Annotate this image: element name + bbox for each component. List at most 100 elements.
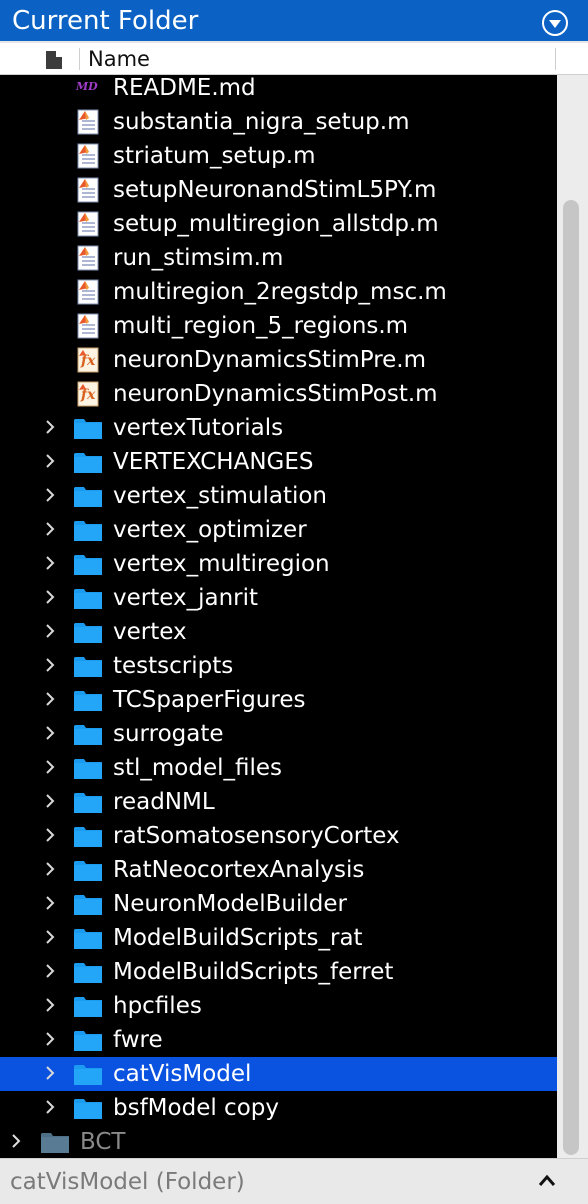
chevron-right-icon[interactable] (42, 1099, 58, 1115)
item-name: bsfModel copy (113, 1095, 279, 1121)
chevron-up-icon[interactable] (536, 1171, 558, 1191)
folder-icon (74, 759, 102, 779)
chevron-right-icon[interactable] (42, 793, 58, 809)
folder-icon (74, 1065, 102, 1085)
chevron-right-icon[interactable] (42, 623, 58, 639)
chevron-right-icon[interactable] (42, 691, 58, 707)
folder-row[interactable]: TCSpaperFigures (0, 683, 557, 717)
item-name: NeuronModelBuilder (113, 891, 347, 917)
chevron-right-icon[interactable] (42, 1065, 58, 1081)
item-name: setup_multiregion_allstdp.m (113, 211, 439, 237)
selection-details: catVisModel (Folder) (10, 1169, 245, 1195)
folder-row[interactable]: hpcfiles (0, 989, 557, 1023)
matlab-script-icon (77, 313, 99, 339)
chevron-right-icon[interactable] (42, 453, 58, 469)
chevron-right-icon[interactable] (42, 521, 58, 537)
folder-row[interactable]: vertex_stimulation (0, 479, 557, 513)
panel-titlebar: Current Folder (0, 0, 588, 43)
file-type-column-icon[interactable] (46, 51, 62, 69)
item-name: vertex_stimulation (113, 483, 328, 509)
file-row[interactable]: multiregion_2regstdp_msc.m (0, 275, 557, 309)
chevron-right-icon[interactable] (42, 589, 58, 605)
file-row[interactable]: MD README.md (0, 75, 557, 105)
scrollbar-thumb[interactable] (563, 200, 579, 1155)
folder-row[interactable]: readNML (0, 785, 557, 819)
file-row[interactable]: fx neuronDynamicsStimPre.m (0, 343, 557, 377)
folder-row[interactable]: ratSomatosensoryCortex (0, 819, 557, 853)
folder-icon (74, 963, 102, 983)
chevron-right-icon[interactable] (42, 1031, 58, 1047)
chevron-right-icon[interactable] (8, 1133, 24, 1149)
folder-row[interactable]: bsfModel copy (0, 1091, 557, 1125)
file-row[interactable]: setupNeuronandStimL5PY.m (0, 173, 557, 207)
column-header: Name (0, 43, 588, 75)
chevron-right-icon[interactable] (42, 827, 58, 843)
item-name: ModelBuildScripts_ferret (113, 959, 394, 985)
folder-icon (74, 929, 102, 949)
chevron-right-icon[interactable] (42, 997, 58, 1013)
item-name: vertex_multiregion (113, 551, 330, 577)
matlab-function-icon: fx (77, 347, 99, 373)
folder-icon (74, 555, 102, 575)
item-name: vertexTutorials (113, 415, 284, 441)
folder-row[interactable]: fwre (0, 1023, 557, 1057)
file-row[interactable]: fx neuronDynamicsStimPost.m (0, 377, 557, 411)
item-name: fwre (113, 1027, 163, 1053)
folder-row[interactable]: BCT (0, 1125, 557, 1158)
folder-row[interactable]: NeuronModelBuilder (0, 887, 557, 921)
item-name: hpcfiles (113, 993, 202, 1019)
folder-row[interactable]: vertex (0, 615, 557, 649)
item-name: run_stimsim.m (113, 245, 284, 271)
folder-row[interactable]: catVisModel (0, 1057, 557, 1091)
folder-row[interactable]: vertex_optimizer (0, 513, 557, 547)
item-name: VERTEXCHANGES (113, 449, 314, 475)
chevron-right-icon[interactable] (42, 657, 58, 673)
file-row[interactable]: multi_region_5_regions.m (0, 309, 557, 343)
chevron-right-icon[interactable] (42, 725, 58, 741)
folder-icon (74, 895, 102, 915)
file-row[interactable]: setup_multiregion_allstdp.m (0, 207, 557, 241)
folder-row[interactable]: vertex_janrit (0, 581, 557, 615)
folder-icon (74, 997, 102, 1017)
item-name: BCT (80, 1129, 126, 1155)
folder-icon (41, 1133, 69, 1153)
svg-text:MD: MD (75, 80, 98, 93)
folder-row[interactable]: VERTEXCHANGES (0, 445, 557, 479)
file-row[interactable]: substantia_nigra_setup.m (0, 105, 557, 139)
file-list[interactable]: MD README.md substantia_nigra_setup.m stria… (0, 75, 557, 1158)
name-column-header[interactable]: Name (88, 46, 150, 72)
chevron-right-icon[interactable] (42, 861, 58, 877)
folder-row[interactable]: RatNeocortexAnalysis (0, 853, 557, 887)
chevron-right-icon[interactable] (42, 419, 58, 435)
folder-row[interactable]: vertex_multiregion (0, 547, 557, 581)
file-row[interactable]: striatum_setup.m (0, 139, 557, 173)
chevron-right-icon[interactable] (42, 487, 58, 503)
item-name: stl_model_files (113, 755, 283, 781)
chevron-right-icon[interactable] (42, 555, 58, 571)
folder-icon (74, 1099, 102, 1119)
item-name: readNML (113, 789, 215, 815)
item-name: ratSomatosensoryCortex (113, 823, 400, 849)
folder-row[interactable]: stl_model_files (0, 751, 557, 785)
item-name: TCSpaperFigures (113, 687, 306, 713)
item-name: README.md (113, 75, 256, 101)
panel-menu-icon[interactable] (542, 10, 568, 36)
markdown-file-icon: MD (75, 80, 98, 93)
folder-row[interactable]: vertexTutorials (0, 411, 557, 445)
folder-row[interactable]: ModelBuildScripts_ferret (0, 955, 557, 989)
folder-row[interactable]: testscripts (0, 649, 557, 683)
folder-row[interactable]: surrogate (0, 717, 557, 751)
chevron-right-icon[interactable] (42, 929, 58, 945)
chevron-right-icon[interactable] (42, 759, 58, 775)
item-name: ModelBuildScripts_rat (113, 925, 363, 951)
folder-row[interactable]: ModelBuildScripts_rat (0, 921, 557, 955)
folder-icon (74, 725, 102, 745)
item-name: neuronDynamicsStimPost.m (113, 381, 438, 407)
matlab-script-icon (77, 211, 99, 237)
item-name: multi_region_5_regions.m (113, 313, 409, 339)
chevron-right-icon[interactable] (42, 895, 58, 911)
item-name: neuronDynamicsStimPre.m (113, 347, 427, 373)
chevron-right-icon[interactable] (42, 963, 58, 979)
file-row[interactable]: run_stimsim.m (0, 241, 557, 275)
folder-icon (74, 419, 102, 439)
